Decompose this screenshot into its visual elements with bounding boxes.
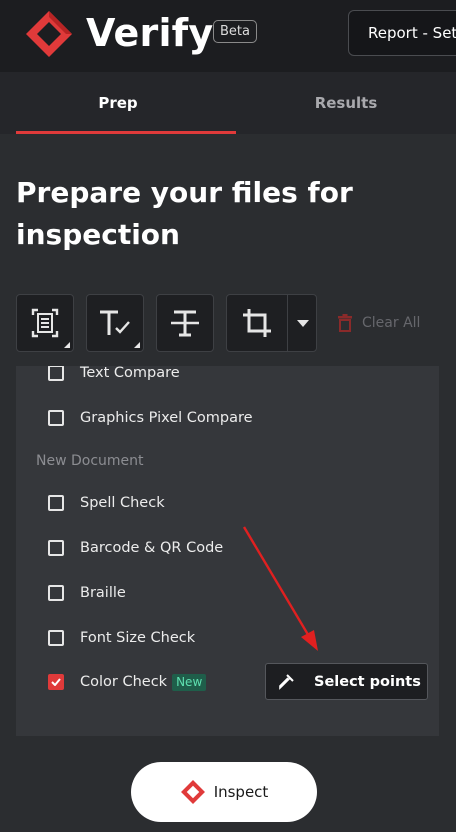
checkbox[interactable] [48,540,64,556]
app-title: Verify [86,11,214,55]
select-points-label: Select points [314,673,421,690]
option-label: Barcode & QR Code [80,540,224,556]
crop-tool-group [226,294,317,352]
document-scan-icon [31,308,59,338]
text-check-icon [100,310,130,335]
option-text-compare[interactable]: Text Compare [48,366,180,385]
checkmark-icon [51,678,61,686]
checkbox[interactable] [48,366,64,381]
option-color-check[interactable]: Color Check New [48,670,207,694]
submenu-corner-indicator [64,342,70,348]
section-label-new-document: New Document [36,453,144,469]
caret-down-icon [296,319,309,327]
tab-results[interactable]: Results [236,72,456,134]
tab-prep[interactable]: Prep [0,72,236,134]
tab-bar: Prep Results [0,72,456,134]
option-spell-check[interactable]: Spell Check [48,491,165,515]
submenu-corner-indicator [134,342,140,348]
inspect-label: Inspect [213,783,269,801]
text-check-tool-button[interactable] [86,294,144,352]
option-label: Text Compare [80,366,180,381]
option-label: Color Check [80,674,168,690]
option-label: Braille [80,585,126,601]
crop-dropdown-button[interactable] [288,295,317,351]
checkbox[interactable] [48,410,64,426]
checkbox-checked[interactable] [48,674,64,690]
option-label: Spell Check [80,495,165,511]
strikethrough-tool-button[interactable] [156,294,214,352]
page-title: Prepare your files for inspection [16,176,353,251]
option-braille[interactable]: Braille [48,581,126,605]
checkbox[interactable] [48,495,64,511]
inspection-options-panel: Text Compare Graphics Pixel Compare New … [16,366,439,736]
verify-logo-icon [26,11,72,57]
option-graphics-pixel-compare[interactable]: Graphics Pixel Compare [48,406,253,430]
text-strikethrough-icon [171,310,199,337]
clear-all-label: Clear All [362,315,421,331]
report-set-button[interactable]: Report - Set C [348,10,456,56]
select-points-button[interactable]: Select points [265,663,428,700]
inspect-button[interactable]: Inspect [131,762,317,822]
crop-tool-button[interactable] [227,295,288,351]
document-scan-tool-button[interactable] [16,294,74,352]
checkbox[interactable] [48,630,64,646]
top-bar: Verify Beta Report - Set C [0,0,456,72]
eyedropper-icon [279,673,294,690]
option-barcode-qr-code[interactable]: Barcode & QR Code [48,536,223,560]
option-font-size-check[interactable]: Font Size Check [48,626,195,650]
verify-logo-icon [180,780,205,804]
option-label: Font Size Check [80,630,196,646]
beta-badge: Beta [213,20,257,43]
crop-icon [243,309,271,337]
clear-all-button[interactable]: Clear All [338,314,420,332]
option-label: Graphics Pixel Compare [80,410,253,426]
trash-icon [338,314,352,332]
new-badge: New [172,673,207,691]
checkbox[interactable] [48,585,64,601]
